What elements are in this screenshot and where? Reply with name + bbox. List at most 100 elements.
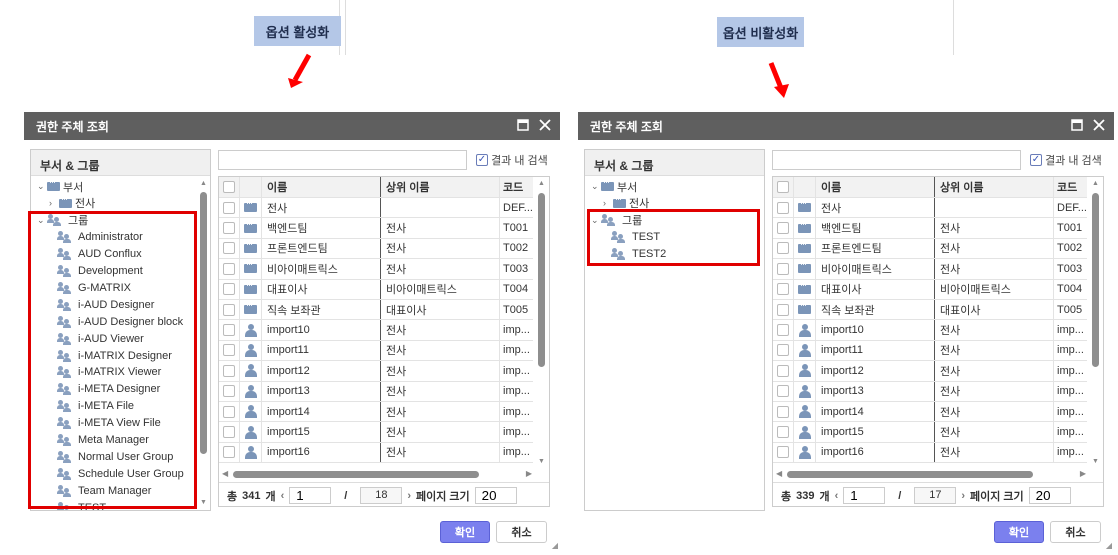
tree-node[interactable]: › 전사 <box>49 194 95 212</box>
next-page-icon[interactable]: › <box>407 490 411 502</box>
resize-handle-icon[interactable]: ◢ <box>552 541 558 550</box>
confirm-button[interactable]: 확인 <box>440 521 490 543</box>
row-checkbox[interactable] <box>223 324 235 337</box>
maximize-icon[interactable] <box>516 118 532 134</box>
table-row[interactable]: import10 전사 imp... <box>773 320 1087 341</box>
table-row[interactable]: 대표이사비아이매트릭스T004 <box>219 279 533 300</box>
row-checkbox[interactable] <box>777 222 789 235</box>
tree-node[interactable]: ⌄ 부서 <box>591 177 637 195</box>
row-checkbox[interactable] <box>223 262 235 275</box>
grid-horizontal-scrollbar[interactable]: ◀ ▶ <box>773 468 1089 482</box>
tree-node[interactable]: ⌄ 부서 <box>37 177 83 195</box>
grid-vertical-scrollbar[interactable]: ▲ ▼ <box>535 177 549 468</box>
table-row[interactable]: 비아이매트릭스전사T003 <box>219 259 533 280</box>
prev-page-icon[interactable]: ‹ <box>835 490 839 502</box>
column-header-code[interactable]: 코드 <box>1054 177 1087 197</box>
table-row[interactable]: 백엔드팀전사T001 <box>219 218 533 239</box>
table-row[interactable]: import15 전사 imp... <box>773 422 1087 443</box>
column-header-parent[interactable]: 상위 이름 <box>935 177 1054 197</box>
column-header-name[interactable]: 이름 <box>816 177 935 197</box>
select-all-checkbox[interactable] <box>777 181 789 193</box>
close-icon[interactable] <box>538 118 554 134</box>
table-row[interactable]: import16 전사 imp... <box>219 442 533 464</box>
table-row[interactable]: 전사 DEF... <box>773 198 1087 219</box>
row-checkbox[interactable] <box>223 344 235 357</box>
row-checkbox[interactable] <box>777 283 789 296</box>
search-input[interactable] <box>772 150 1021 170</box>
table-row[interactable]: import13 전사 imp... <box>773 381 1087 402</box>
resize-handle-icon[interactable]: ◢ <box>1106 541 1112 550</box>
row-checkbox[interactable] <box>777 344 789 357</box>
row-checkbox[interactable] <box>223 385 235 398</box>
row-checkbox[interactable] <box>223 303 235 316</box>
cell-name: 프론트엔드팀 <box>816 238 935 259</box>
row-checkbox[interactable] <box>777 242 789 255</box>
row-checkbox[interactable] <box>223 283 235 296</box>
page-input[interactable] <box>843 487 886 504</box>
table-row[interactable]: import16 전사 imp... <box>773 442 1087 464</box>
table-row[interactable]: 비아이매트릭스전사T003 <box>773 259 1087 280</box>
checkbox-checked-icon[interactable]: ✓ <box>1030 154 1042 166</box>
department-icon <box>798 219 811 233</box>
table-row[interactable]: import13 전사 imp... <box>219 381 533 402</box>
row-checkbox[interactable] <box>777 426 789 439</box>
table-row[interactable]: import12 전사 imp... <box>219 361 533 382</box>
row-checkbox[interactable] <box>777 262 789 275</box>
close-icon[interactable] <box>1092 118 1108 134</box>
row-checkbox[interactable] <box>777 446 789 459</box>
cancel-button[interactable]: 취소 <box>496 521 547 543</box>
row-checkbox[interactable] <box>223 201 235 214</box>
table-row[interactable]: import11 전사 imp... <box>219 340 533 362</box>
table-row[interactable]: import14 전사 imp... <box>219 402 533 423</box>
column-header-name[interactable]: 이름 <box>262 177 381 197</box>
row-checkbox[interactable] <box>777 385 789 398</box>
tree-scrollbar[interactable]: ▲ ▼ <box>199 176 208 510</box>
table-row[interactable]: 직속 보좌관대표이사T005 <box>773 300 1087 321</box>
column-header-parent[interactable]: 상위 이름 <box>381 177 500 197</box>
table-row[interactable]: 백엔드팀전사T001 <box>773 218 1087 239</box>
search-within-results-checkbox[interactable]: ✓ 결과 내 검색 <box>476 152 548 168</box>
table-row[interactable]: import10 전사 imp... <box>219 320 533 341</box>
table-row[interactable]: 직속 보좌관대표이사T005 <box>219 300 533 321</box>
row-checkbox[interactable] <box>223 446 235 459</box>
row-checkbox[interactable] <box>777 303 789 316</box>
row-checkbox[interactable] <box>223 364 235 377</box>
next-page-icon[interactable]: › <box>961 490 965 502</box>
row-checkbox[interactable] <box>223 242 235 255</box>
chevron-icon[interactable]: › <box>49 198 59 208</box>
table-row[interactable]: 프론트엔드팀전사T002 <box>773 238 1087 260</box>
search-within-results-checkbox[interactable]: ✓ 결과 내 검색 <box>1030 152 1102 168</box>
page-size-input[interactable] <box>1028 487 1071 504</box>
checkbox-checked-icon[interactable]: ✓ <box>476 154 488 166</box>
page-input[interactable] <box>289 487 332 504</box>
page-size-input[interactable] <box>474 487 517 504</box>
table-row[interactable]: import12 전사 imp... <box>773 361 1087 382</box>
row-checkbox[interactable] <box>777 364 789 377</box>
row-checkbox[interactable] <box>223 222 235 235</box>
row-checkbox[interactable] <box>777 324 789 337</box>
table-row[interactable]: import11 전사 imp... <box>773 340 1087 362</box>
table-row[interactable]: import14 전사 imp... <box>773 402 1087 423</box>
cell-parent: 전사 <box>381 402 500 422</box>
table-row[interactable]: 프론트엔드팀전사T002 <box>219 238 533 260</box>
maximize-icon[interactable] <box>1070 118 1086 134</box>
grid-vertical-scrollbar[interactable]: ▲ ▼ <box>1089 177 1103 468</box>
search-within-label: 결과 내 검색 <box>1045 155 1102 167</box>
row-checkbox[interactable] <box>777 201 789 214</box>
prev-page-icon[interactable]: ‹ <box>281 490 285 502</box>
grid-horizontal-scrollbar[interactable]: ◀ ▶ <box>219 468 535 482</box>
select-all-checkbox[interactable] <box>223 181 235 193</box>
table-row[interactable]: import15 전사 imp... <box>219 422 533 443</box>
cancel-button[interactable]: 취소 <box>1050 521 1101 543</box>
table-row[interactable]: 대표이사비아이매트릭스T004 <box>773 279 1087 300</box>
row-checkbox[interactable] <box>223 405 235 418</box>
chevron-icon[interactable]: › <box>603 198 613 208</box>
column-header-code[interactable]: 코드 <box>500 177 533 197</box>
row-checkbox[interactable] <box>223 426 235 439</box>
chevron-icon[interactable]: ⌄ <box>591 181 601 192</box>
row-checkbox[interactable] <box>777 405 789 418</box>
confirm-button[interactable]: 확인 <box>994 521 1044 543</box>
search-input[interactable] <box>218 150 467 170</box>
chevron-icon[interactable]: ⌄ <box>37 181 47 192</box>
table-row[interactable]: 전사 DEF... <box>219 198 533 219</box>
